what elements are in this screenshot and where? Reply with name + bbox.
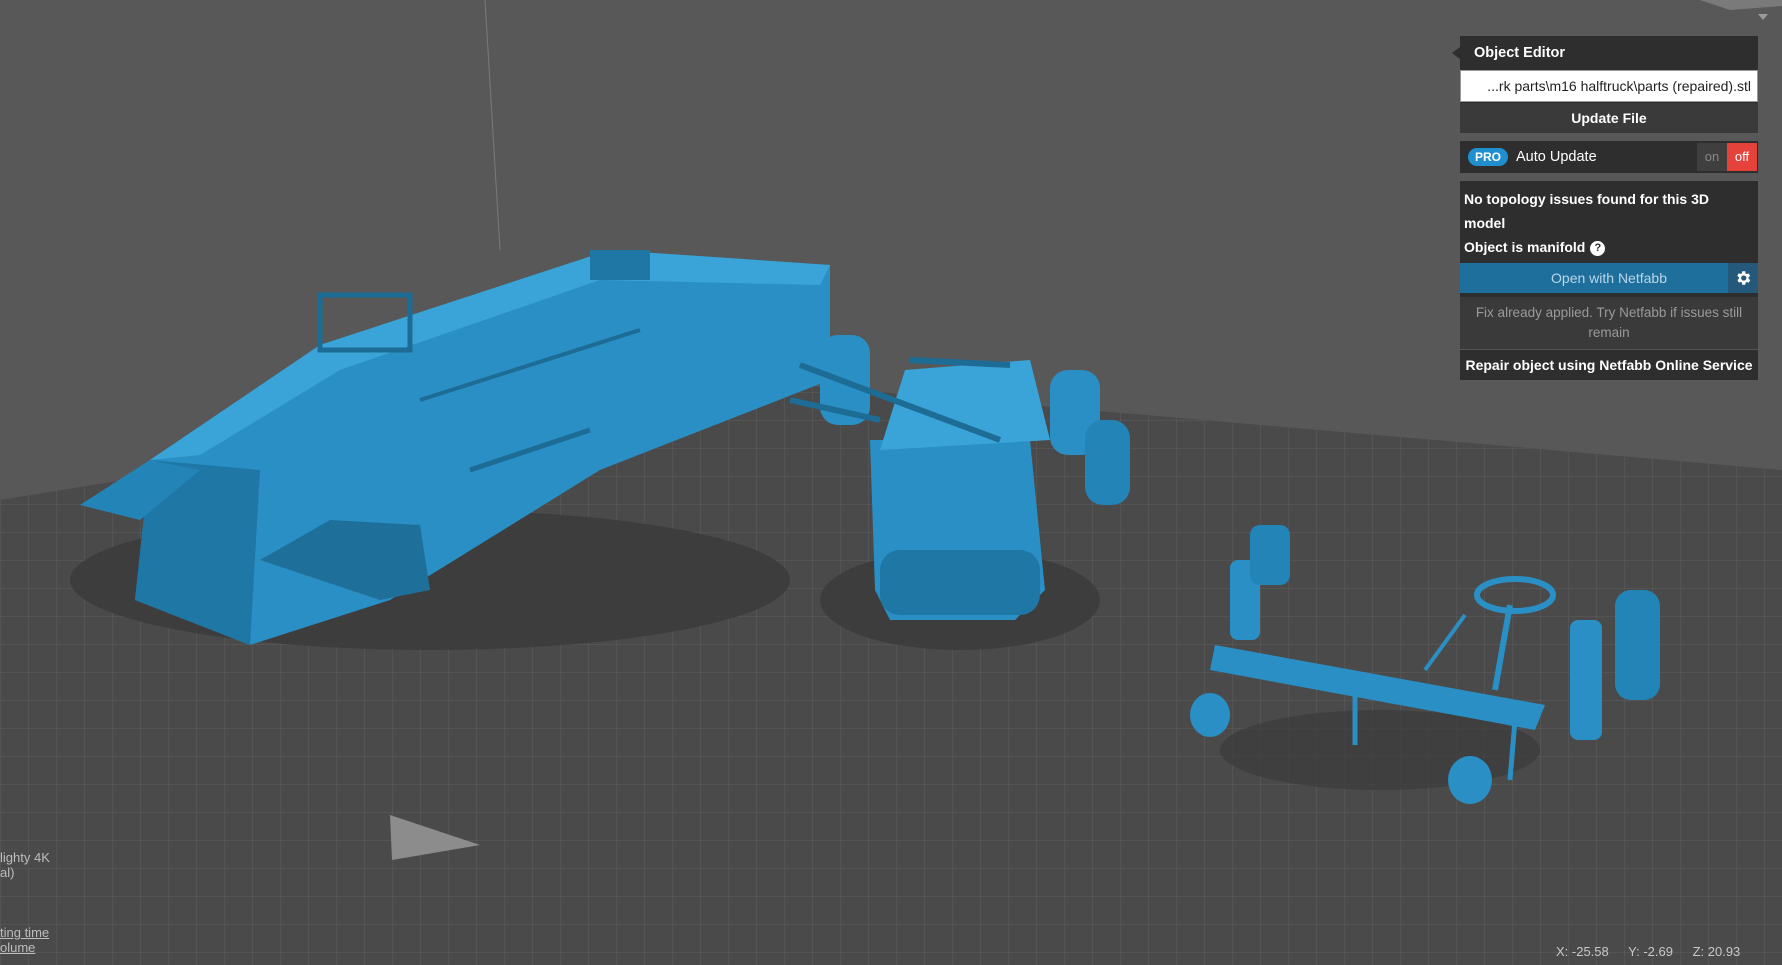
coord-y: Y: -2.69 (1628, 944, 1673, 959)
netfabb-settings-button[interactable] (1728, 263, 1758, 293)
volume-link[interactable]: olume (0, 941, 35, 955)
topology-section: No topology issues found for this 3D mod… (1460, 181, 1758, 297)
manifold-status: Object is manifold (1464, 239, 1586, 255)
object-editor-panel: Object Editor Update File PRO Auto Updat… (1452, 36, 1758, 380)
gear-icon (1737, 271, 1751, 285)
printer-mode: al) (0, 865, 15, 880)
coord-z: Z: 20.93 (1692, 944, 1741, 959)
help-icon[interactable]: ? (1590, 240, 1606, 256)
auto-update-row: PRO Auto Update on off (1460, 141, 1758, 173)
auto-update-toggle[interactable]: on off (1697, 143, 1757, 171)
open-netfabb-button[interactable]: Open with Netfabb (1460, 263, 1758, 293)
topology-status: No topology issues found for this 3D mod… (1464, 191, 1709, 231)
fix-applied-note: Fix already applied. Try Netfabb if issu… (1460, 297, 1758, 349)
toggle-off-option[interactable]: off (1727, 143, 1757, 171)
open-netfabb-label: Open with Netfabb (1551, 270, 1667, 286)
auto-update-label: Auto Update (1516, 149, 1597, 165)
manifold-row: Object is manifold? (1464, 235, 1754, 259)
file-path-input[interactable] (1460, 70, 1758, 102)
cursor-coordinates: X: -25.58 Y: -2.69 Z: 20.93 (1556, 944, 1756, 959)
toggle-on-option[interactable]: on (1697, 143, 1727, 171)
coord-x: X: -25.58 (1556, 944, 1609, 959)
printer-name: lighty 4K (0, 850, 50, 865)
update-file-button[interactable]: Update File (1460, 102, 1758, 133)
pro-badge: PRO (1468, 148, 1509, 166)
printing-time-link[interactable]: ting time (0, 926, 49, 940)
repair-online-button[interactable]: Repair object using Netfabb Online Servi… (1460, 349, 1758, 380)
object-editor-title: Object Editor (1452, 36, 1758, 70)
